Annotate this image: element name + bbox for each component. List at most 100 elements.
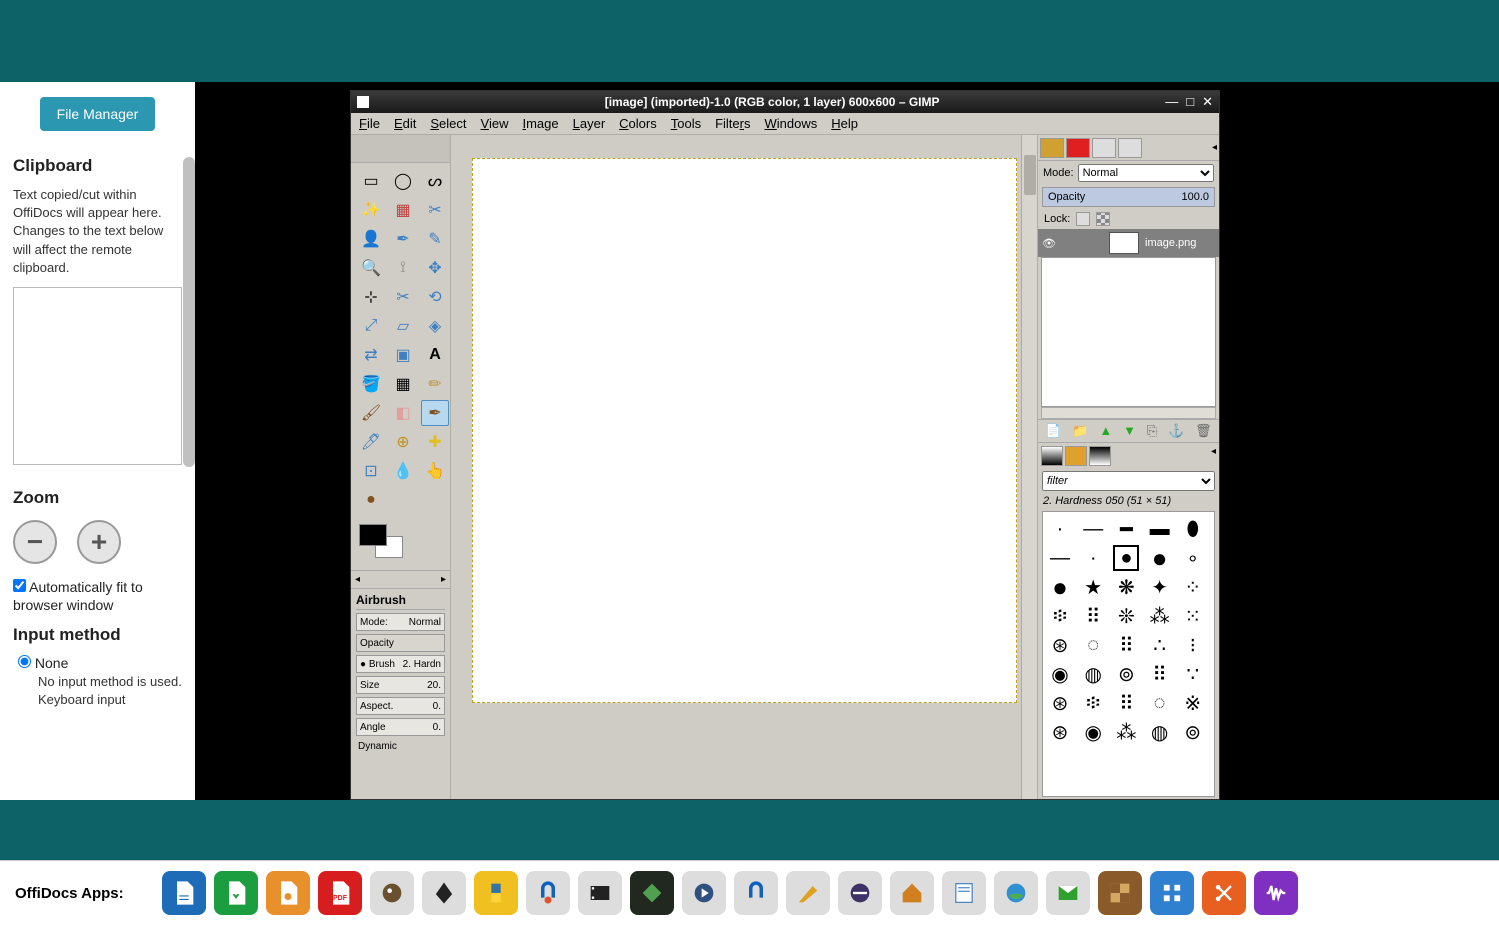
brush-item[interactable]: ◍ bbox=[1147, 719, 1173, 745]
lock-alpha-icon[interactable] bbox=[1096, 212, 1110, 226]
brush-item[interactable]: ∵ bbox=[1180, 661, 1206, 687]
image-canvas[interactable] bbox=[472, 158, 1017, 703]
brush-item[interactable]: ⊛ bbox=[1047, 719, 1073, 745]
brush-item[interactable]: ⁙ bbox=[1180, 603, 1206, 629]
tool-paths[interactable]: ✒ bbox=[389, 226, 417, 252]
tool-blur[interactable]: 💧 bbox=[389, 458, 417, 484]
layer-anchor-icon[interactable]: ⚓ bbox=[1168, 423, 1184, 439]
app-browser[interactable] bbox=[994, 871, 1038, 915]
tool-ellipse-select[interactable]: ◯ bbox=[389, 168, 417, 194]
tool-rotate[interactable]: ⟲ bbox=[421, 284, 449, 310]
tool-shear[interactable]: ▱ bbox=[389, 313, 417, 339]
layer-down-icon[interactable]: ▼ bbox=[1123, 423, 1136, 439]
brush-item[interactable]: ◉ bbox=[1080, 719, 1106, 745]
zoom-out-button[interactable]: − bbox=[13, 520, 57, 564]
app-doc[interactable] bbox=[162, 871, 206, 915]
brush-item[interactable]: ∘ bbox=[1180, 545, 1206, 571]
tool-measure[interactable]: ⟟ bbox=[389, 255, 417, 281]
layer-visibility-icon[interactable]: 👁 bbox=[1041, 237, 1057, 250]
brush-item[interactable]: ⁂ bbox=[1113, 719, 1139, 745]
opt-mode[interactable]: Mode:Normal bbox=[356, 613, 445, 631]
clipboard-textarea[interactable] bbox=[13, 287, 182, 465]
brush-item[interactable]: ❊ bbox=[1113, 603, 1139, 629]
app-lmms[interactable] bbox=[630, 871, 674, 915]
opt-brush[interactable]: ● Brush2. Hardn bbox=[356, 655, 445, 673]
menu-windows[interactable]: Windows bbox=[765, 116, 818, 131]
tool-move[interactable]: ✥ bbox=[421, 255, 449, 281]
dock-tab-channels[interactable] bbox=[1066, 138, 1090, 158]
brush-item[interactable]: ⁂ bbox=[1147, 603, 1173, 629]
menu-tools[interactable]: Tools bbox=[671, 116, 701, 131]
opt-dynamics[interactable]: Dynamic bbox=[356, 739, 445, 754]
layer-row[interactable]: 👁 image.png bbox=[1038, 229, 1219, 257]
menu-colors[interactable]: Colors bbox=[619, 116, 657, 131]
tool-cage[interactable]: ▣ bbox=[389, 342, 417, 368]
tool-fuzzy-select[interactable]: ✨ bbox=[357, 197, 385, 223]
brush-item[interactable]: ✦ bbox=[1147, 574, 1173, 600]
brush-item[interactable]: ⬮ bbox=[1180, 516, 1206, 542]
brush-item[interactable]: ⁘ bbox=[1180, 574, 1206, 600]
brush-item[interactable]: ※ bbox=[1180, 690, 1206, 716]
app-audio[interactable] bbox=[734, 871, 778, 915]
brush-item[interactable]: ▬ bbox=[1147, 516, 1173, 542]
tool-crop[interactable]: ✂ bbox=[389, 284, 417, 310]
canvas-scroll-v[interactable] bbox=[1021, 135, 1037, 799]
brush-item[interactable]: ፨ bbox=[1080, 690, 1106, 716]
opt-angle[interactable]: Angle0. bbox=[356, 718, 445, 736]
brush-item[interactable]: ❋ bbox=[1113, 574, 1139, 600]
gradients-tab[interactable] bbox=[1089, 446, 1111, 466]
brush-item[interactable]: ◌ bbox=[1080, 632, 1106, 658]
menu-help[interactable]: Help bbox=[831, 116, 858, 131]
dock-tab-paths[interactable] bbox=[1092, 138, 1116, 158]
menu-file[interactable]: File bbox=[359, 116, 380, 131]
tool-blend[interactable]: ▦ bbox=[389, 371, 417, 397]
app-writer[interactable] bbox=[942, 871, 986, 915]
app-clip-editor[interactable] bbox=[1202, 871, 1246, 915]
minimize-button[interactable]: — bbox=[1165, 94, 1178, 110]
tool-color-picker[interactable]: ✎ bbox=[421, 226, 449, 252]
file-manager-button[interactable]: File Manager bbox=[40, 97, 156, 131]
dock-menu-icon[interactable]: ◂ bbox=[1212, 142, 1217, 153]
layer-new-icon[interactable]: 📄 bbox=[1045, 423, 1061, 439]
tool-smudge[interactable]: 👆 bbox=[421, 458, 449, 484]
patterns-tab[interactable] bbox=[1065, 446, 1087, 466]
tool-airbrush[interactable]: ✒ bbox=[421, 400, 449, 426]
app-mail[interactable] bbox=[1046, 871, 1090, 915]
app-pdf[interactable]: PDF bbox=[318, 871, 362, 915]
brush-item[interactable]: · bbox=[1047, 516, 1073, 542]
sidebar-scrollbar[interactable] bbox=[183, 157, 195, 467]
tool-flip[interactable]: ⇄ bbox=[357, 342, 385, 368]
brush-item[interactable]: ⠿ bbox=[1113, 632, 1139, 658]
brush-dock-menu-icon[interactable]: ◂ bbox=[1211, 446, 1216, 466]
brush-item[interactable]: ⊚ bbox=[1113, 661, 1139, 687]
brush-item[interactable]: ━ bbox=[1113, 516, 1139, 542]
layer-mode-select[interactable]: Normal bbox=[1078, 164, 1214, 182]
brush-item[interactable]: — bbox=[1080, 516, 1106, 542]
tool-perspective[interactable]: ◈ bbox=[421, 313, 449, 339]
brush-grid[interactable]: · — ━ ▬ ⬮ — ∙ ● ● ∘ ● ★ ❋ ✦ ⁘ ፨ ⠿ ❊ ⁂ ⁙ bbox=[1042, 511, 1215, 797]
layer-up-icon[interactable]: ▲ bbox=[1099, 423, 1112, 439]
app-dia[interactable] bbox=[786, 871, 830, 915]
opt-aspect[interactable]: Aspect.0. bbox=[356, 697, 445, 715]
app-media-player[interactable] bbox=[682, 871, 726, 915]
brush-item[interactable]: ⊚ bbox=[1180, 719, 1206, 745]
layers-scroll-h[interactable] bbox=[1041, 407, 1216, 419]
brush-item[interactable]: ⁝ bbox=[1180, 632, 1206, 658]
app-inkscape[interactable] bbox=[422, 871, 466, 915]
tool-clone[interactable]: ⊕ bbox=[389, 429, 417, 455]
layer-opacity[interactable]: Opacity100.0 bbox=[1042, 187, 1215, 207]
zoom-in-button[interactable]: + bbox=[77, 520, 121, 564]
close-button[interactable]: ✕ bbox=[1202, 94, 1213, 110]
menu-image[interactable]: Image bbox=[522, 116, 558, 131]
brush-item[interactable]: ∙ bbox=[1080, 545, 1106, 571]
tool-scissors[interactable]: ✂ bbox=[421, 197, 449, 223]
tool-zoom[interactable]: 🔍 bbox=[357, 255, 385, 281]
brush-item[interactable]: ⠿ bbox=[1147, 661, 1173, 687]
tool-foreground[interactable]: 👤 bbox=[357, 226, 385, 252]
tool-text[interactable]: A bbox=[421, 342, 449, 368]
dock-tab-undo[interactable] bbox=[1118, 138, 1142, 158]
foreground-color[interactable] bbox=[359, 524, 387, 546]
tool-perspective-clone[interactable]: ⊡ bbox=[357, 458, 385, 484]
menu-view[interactable]: View bbox=[481, 116, 509, 131]
app-audacity[interactable] bbox=[526, 871, 570, 915]
